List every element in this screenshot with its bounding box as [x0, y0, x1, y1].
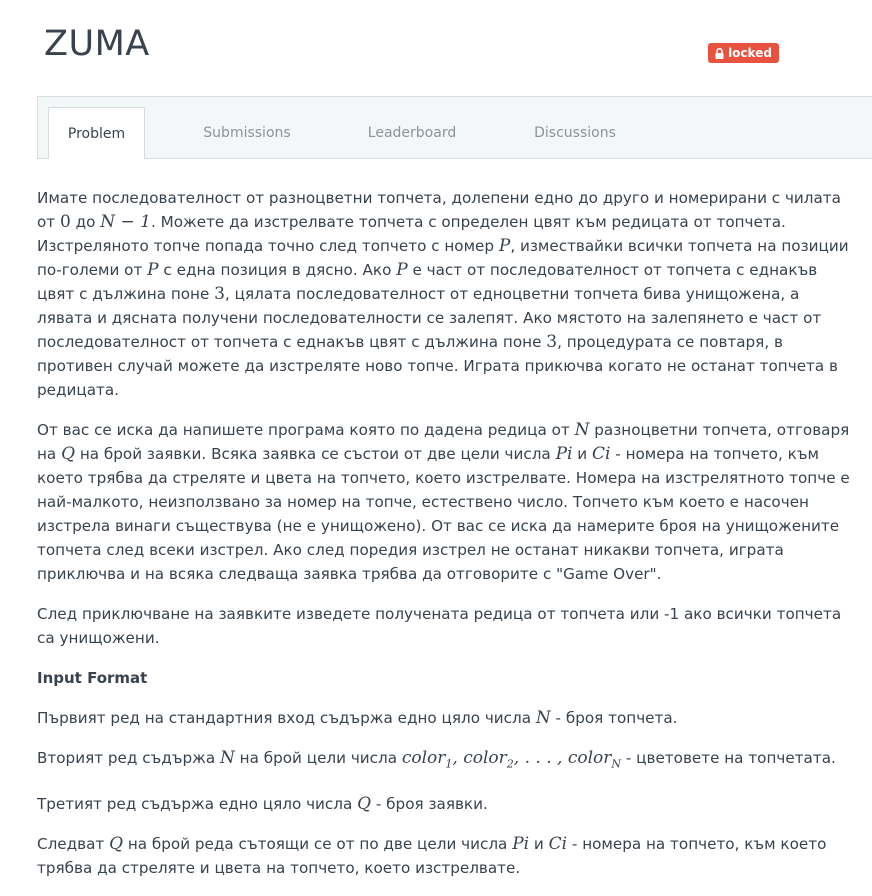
tab-leaderboard[interactable]: Leaderboard: [348, 107, 476, 158]
tab-problem[interactable]: Problem: [48, 107, 145, 159]
input-line-4: Следват Q на брой реда сътоящи се от по …: [37, 834, 827, 878]
input-line-3: Третият ред съдържа едно цяло числа Q - …: [37, 794, 488, 815]
tab-bar: Problem Submissions Leaderboard Discussi…: [37, 96, 872, 159]
locked-badge: locked: [708, 43, 779, 63]
paragraph-task: От вас се иска да напишете програма коят…: [37, 420, 850, 583]
lock-icon: [715, 47, 724, 59]
paragraph-description: Имате последователност от разноцветни то…: [37, 189, 849, 399]
paragraph-output: След приключване на заявките изведете по…: [37, 605, 842, 647]
problem-statement: Имате последователност от разноцветни то…: [37, 186, 857, 896]
input-line-1: Първият ред на стандартния вход съдържа …: [37, 708, 678, 728]
input-line-2: Вторият ред съдържа N на брой цели числа…: [37, 748, 836, 771]
input-format-heading: Input Format: [37, 669, 148, 687]
page-title: ZUMA: [44, 24, 150, 64]
tab-submissions[interactable]: Submissions: [186, 107, 308, 158]
tab-discussions[interactable]: Discussions: [516, 107, 634, 158]
badge-label: locked: [728, 46, 772, 60]
